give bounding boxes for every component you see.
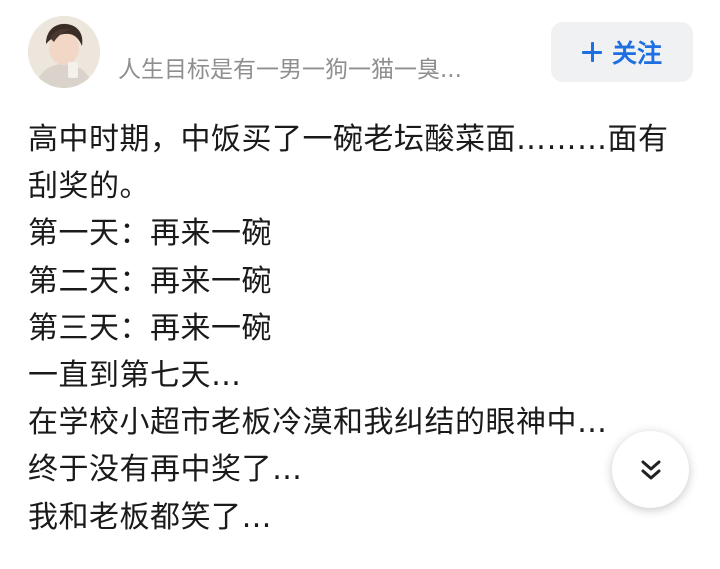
follow-button-label: 关注	[611, 39, 662, 68]
post-line: 第三天：再来一碗	[28, 310, 272, 346]
post-line: 我和老板都笑了…	[28, 499, 272, 535]
scroll-down-button[interactable]	[612, 431, 689, 508]
post-line: 刮奖的。	[28, 169, 150, 205]
double-chevron-down-icon	[641, 460, 660, 479]
post-line: 高中时期，中饭买了一碗老坛酸菜面………面有	[28, 122, 669, 157]
post-header: 人生目标是有一男一狗一猫一臭... 关注	[0, 0, 720, 110]
post-line: 第二天：再来一碗	[28, 263, 272, 299]
author-name[interactable]: 人生目标是有一男一狗一猫一臭...	[118, 54, 518, 86]
avatar-image	[28, 16, 100, 88]
post-line: 第一天：再来一碗	[28, 216, 272, 252]
post-body: 高中时期，中饭买了一碗老坛酸菜面………面有 刮奖的。 第一天：再来一碗 第二天：…	[28, 116, 688, 541]
post-line: 一直到第七天…	[28, 357, 242, 393]
plus-icon	[581, 42, 602, 62]
avatar[interactable]	[28, 16, 100, 88]
follow-button[interactable]: 关注	[551, 22, 693, 82]
post-line: 终于没有再中奖了…	[28, 452, 303, 488]
post-line: 在学校小超市老板冷漠和我纠结的眼神中…	[28, 405, 608, 441]
